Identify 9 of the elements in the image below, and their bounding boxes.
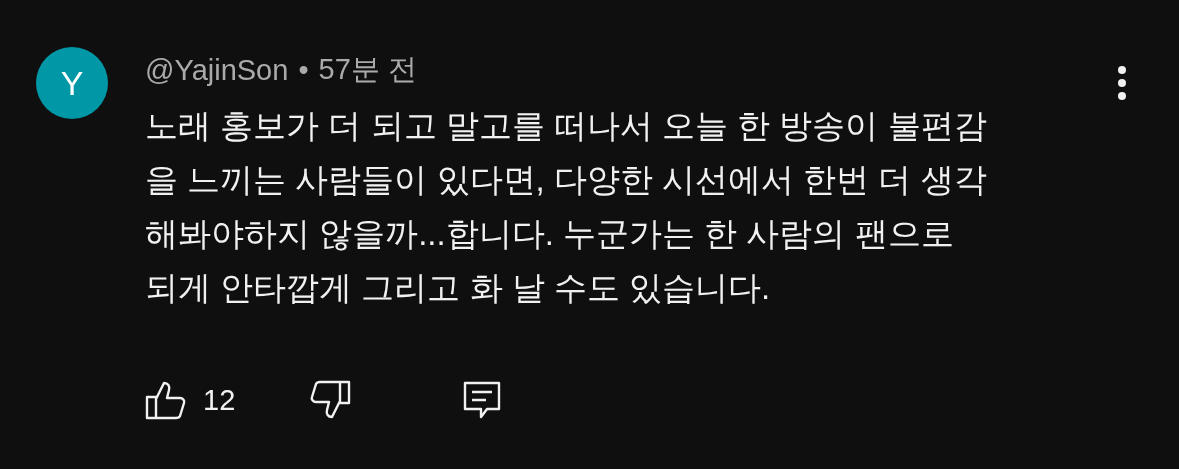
thumbs-down-icon[interactable]	[309, 379, 352, 421]
thumbs-up-icon[interactable]	[145, 379, 187, 421]
avatar[interactable]: Y	[36, 47, 108, 119]
author-name[interactable]: @YajinSon	[145, 53, 289, 87]
like-count: 12	[203, 383, 236, 417]
comment-text: 노래 홍보가 더 되고 말고를 떠나서 오늘 한 방송이 불편감 을 느끼는 사람들이 있다면, 다양한 시선에서 한번 더 생각 해봐야하지 않을까...합니다. 누군가는 한 사람의 팬으로 되게 안타깝게 그리고 화 날 수도 있습니다.	[145, 106, 988, 308]
more-options-icon[interactable]	[1117, 65, 1127, 101]
timestamp[interactable]: 57분 전	[318, 50, 417, 90]
separator-dot: •	[298, 53, 309, 87]
